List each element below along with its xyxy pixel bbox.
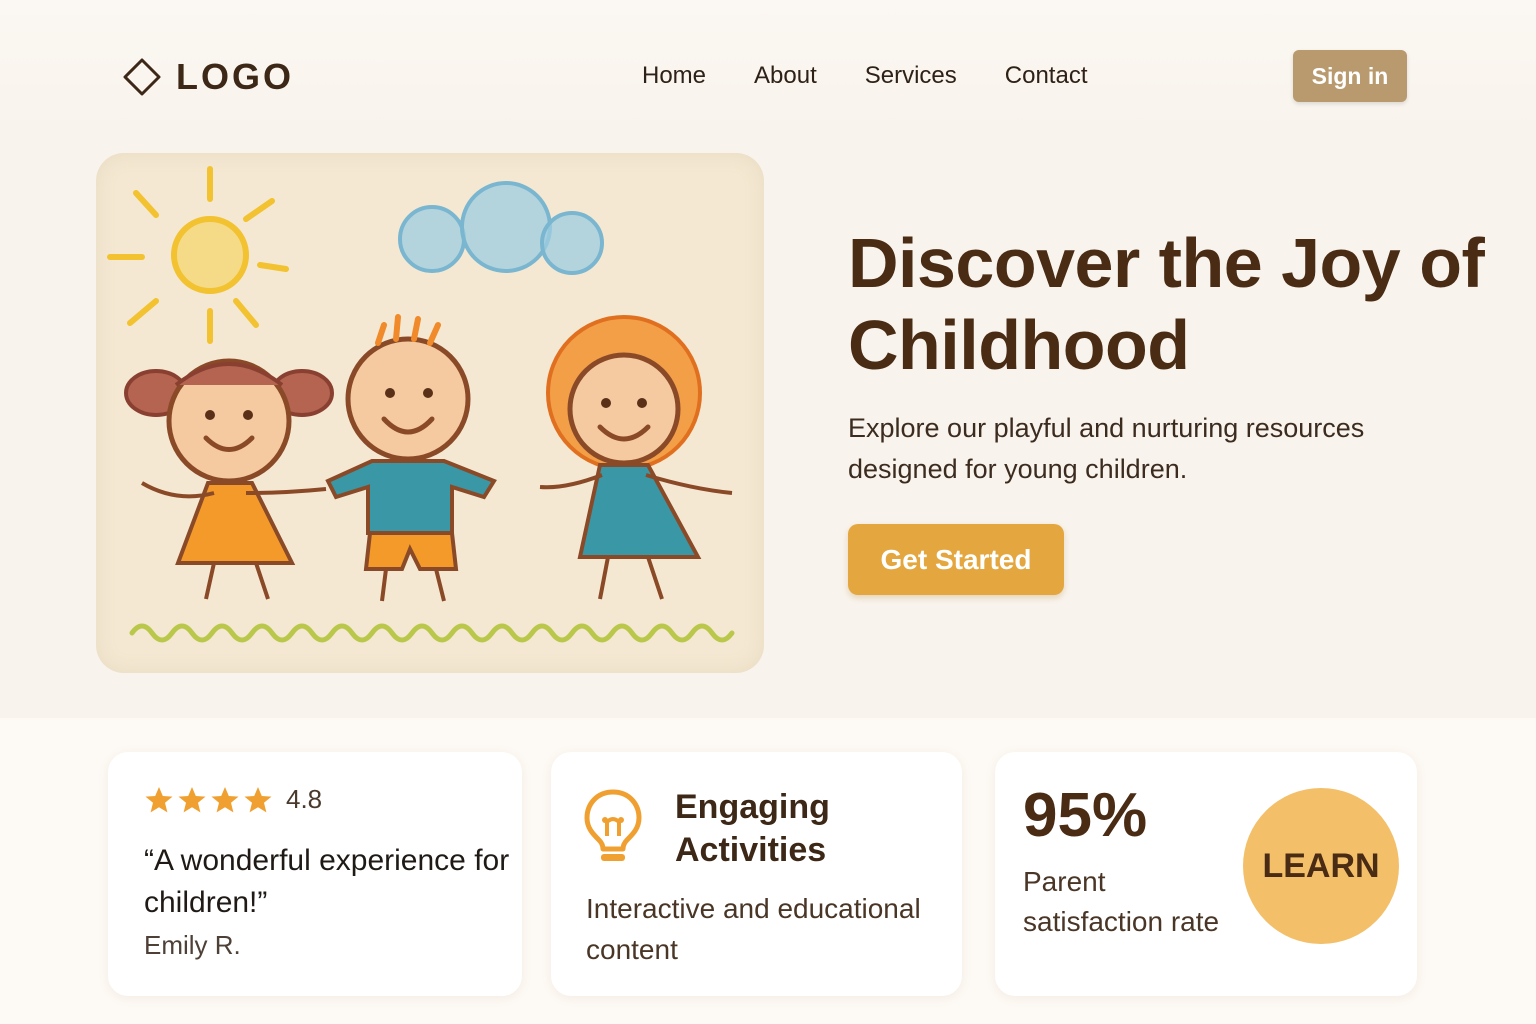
activities-title: Engaging Activities (675, 788, 830, 869)
star-icon (177, 785, 207, 815)
sign-in-button[interactable]: Sign in (1293, 50, 1407, 102)
lightbulb-icon (581, 786, 645, 866)
review-card: 4.8 “A wonderful experience for children… (108, 752, 522, 996)
get-started-button[interactable]: Get Started (848, 524, 1064, 595)
nav-services-link[interactable]: Services (865, 60, 957, 92)
activities-description: Interactive and educational content (586, 893, 921, 965)
nav-home-link[interactable]: Home (642, 60, 706, 92)
hero-title: Discover the Joy of Childhood (848, 224, 1485, 384)
review-author: Emily R. (144, 930, 241, 960)
star-icon (210, 785, 240, 815)
girl-curly-hair-drawing (539, 315, 733, 600)
hero-subtitle: Explore our playful and nurturing resour… (848, 413, 1365, 484)
activities-card: Engaging Activities Interactive and educ… (551, 752, 962, 996)
nav-contact-link[interactable]: Contact (1005, 60, 1088, 92)
diamond-logo-icon (122, 57, 162, 97)
learn-button[interactable]: LEARN (1243, 788, 1399, 944)
logo[interactable]: LOGO (122, 56, 294, 98)
star-icon (144, 785, 174, 815)
header: LOGO Home About Services Contact Sign in (0, 0, 1536, 150)
main-nav: Home About Services Contact (642, 60, 1136, 92)
rating-value: 4.8 (286, 784, 323, 814)
cloud-drawing (398, 181, 604, 275)
logo-text: LOGO (176, 56, 294, 97)
stats-card: 95% Parent satisfaction rate LEARN (995, 752, 1417, 996)
satisfaction-description: Parent satisfaction rate (1023, 866, 1220, 937)
star-rating: 4.8 (144, 784, 322, 815)
satisfaction-percent: 95% (1023, 781, 1148, 850)
girl-pigtails-drawing (124, 358, 334, 600)
star-icon (243, 785, 273, 815)
nav-about-link[interactable]: About (754, 60, 817, 92)
hero-illustration (96, 153, 764, 673)
boy-drawing (325, 314, 497, 602)
sun-drawing (107, 166, 289, 344)
grass-drawing (129, 623, 735, 643)
review-quote: “A wonderful experience for children!” (144, 844, 510, 919)
